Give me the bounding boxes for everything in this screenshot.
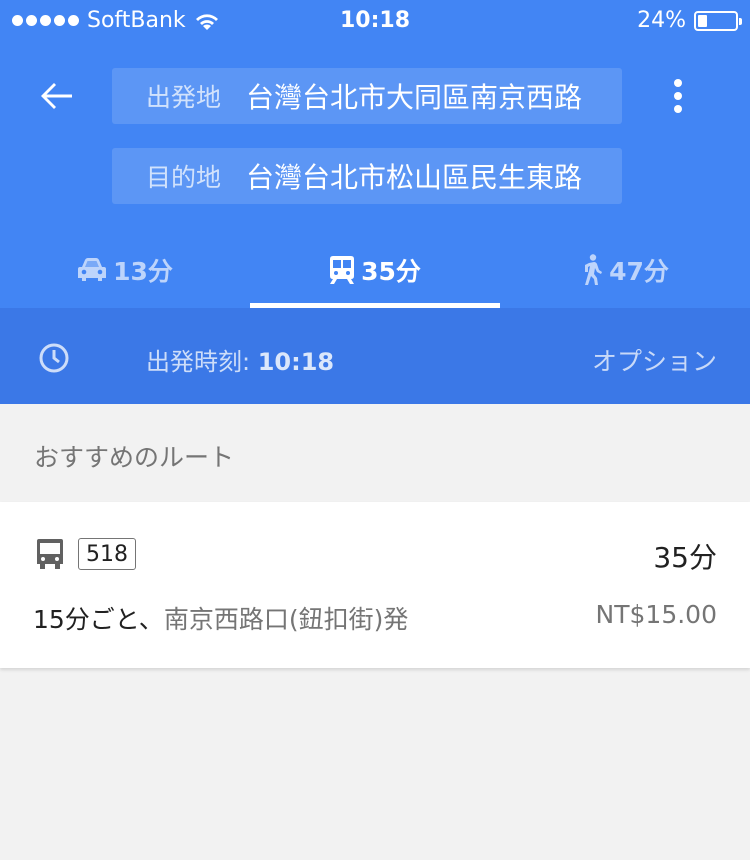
status-bar: SoftBank 10:18 24% xyxy=(0,0,750,40)
driving-time: 13分 xyxy=(113,257,173,286)
departure-label: 出発時刻: xyxy=(146,348,251,376)
route-fare: NT$15.00 xyxy=(595,600,717,629)
transit-icon xyxy=(330,256,355,284)
departure-time: 10:18 xyxy=(257,348,335,376)
route-card[interactable]: 518 35分 15分ごと、南京西路口(鈕扣街)発 NT$15.00 xyxy=(0,502,750,668)
bus-icon xyxy=(37,539,63,569)
departure-stop: 南京西路口(鈕扣街)発 xyxy=(163,605,409,634)
destination-value: 台灣台北市松山區民生東路 xyxy=(246,161,583,194)
origin-label: 出発地 xyxy=(146,83,222,112)
tab-walking[interactable]: 47分 xyxy=(500,232,750,308)
app-header: SoftBank 10:18 24% 出発地 台灣台北市大同區南京西路 目的地 … xyxy=(0,0,750,308)
car-icon xyxy=(78,258,107,281)
battery-icon xyxy=(694,10,742,31)
origin-field[interactable]: 出発地 台灣台北市大同區南京西路 xyxy=(112,68,622,124)
more-vert-icon[interactable] xyxy=(660,74,696,118)
frequency-text: 15分ごと、 xyxy=(33,605,164,634)
route-number-badge: 518 xyxy=(78,538,136,570)
section-title: おすすめのルート xyxy=(34,443,235,472)
status-right: 24% xyxy=(637,8,742,33)
departure-time-button[interactable]: 出発時刻: 10:18 xyxy=(146,342,334,377)
tab-driving[interactable]: 13分 xyxy=(0,232,250,308)
destination-label: 目的地 xyxy=(146,163,222,192)
destination-field[interactable]: 目的地 台灣台北市松山區民生東路 xyxy=(112,148,622,204)
walk-icon xyxy=(585,254,603,285)
departure-time-bar: 出発時刻: 10:18 オプション xyxy=(0,308,750,404)
options-button[interactable]: オプション xyxy=(592,342,717,378)
travel-mode-tabs: 13分 35分 47分 xyxy=(0,232,750,308)
battery-percent: 24% xyxy=(637,8,686,33)
origin-value: 台灣台北市大同區南京西路 xyxy=(246,81,583,114)
walking-time: 47分 xyxy=(609,257,669,286)
tab-transit[interactable]: 35分 xyxy=(250,232,500,308)
route-duration: 35分 xyxy=(653,541,717,574)
battery-fill xyxy=(698,14,707,27)
transit-time: 35分 xyxy=(361,257,421,286)
clock-icon xyxy=(39,343,69,373)
route-frequency: 15分ごと、南京西路口(鈕扣街)発 xyxy=(33,600,408,636)
back-arrow-icon[interactable] xyxy=(34,74,78,118)
